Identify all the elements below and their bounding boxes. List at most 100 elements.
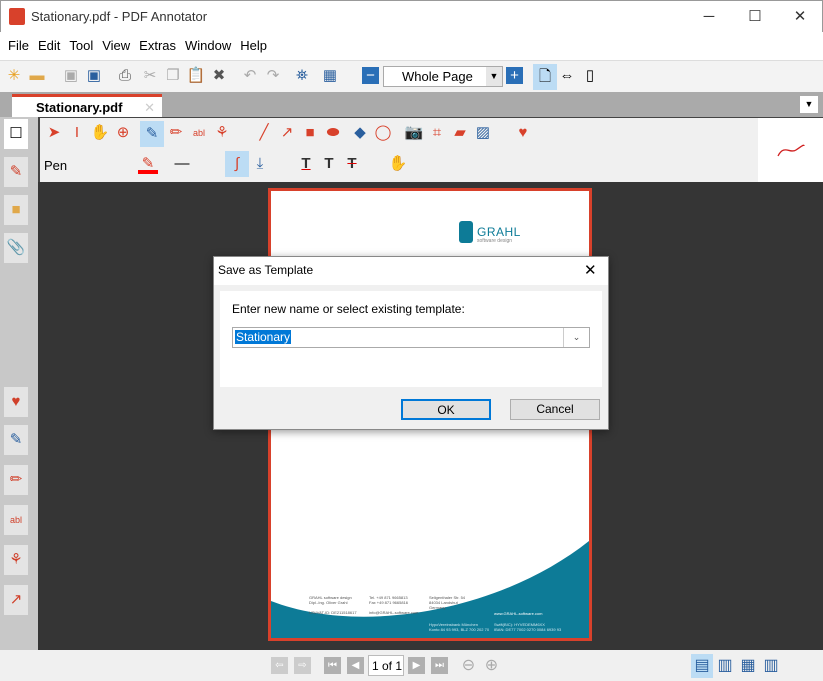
stamp-tab-icon[interactable]: ⚘ <box>4 545 28 575</box>
menu-extras[interactable]: Extras <box>135 32 180 53</box>
pages-tab-icon[interactable]: ☐ <box>4 119 28 149</box>
zoom-out-icon[interactable]: − <box>362 67 379 84</box>
favorites-icon[interactable]: ♥ <box>513 123 533 143</box>
line-icon[interactable]: ╱ <box>254 123 274 143</box>
open-folder-icon[interactable]: ▬ <box>27 66 47 86</box>
tab-stationary[interactable]: Stationary.pdf ✕ <box>12 94 162 117</box>
zoom-select[interactable]: Whole Page ▼ <box>383 66 503 87</box>
maximize-button[interactable]: ☐ <box>732 1 778 32</box>
pen-tool-icon[interactable]: ✎ <box>140 121 164 147</box>
single-page-icon[interactable]: 🗋 <box>533 64 557 90</box>
menu-edit[interactable]: Edit <box>34 32 64 53</box>
dialog-prompt: Enter new name or select existing templa… <box>232 302 465 316</box>
back-document-icon[interactable]: ⇦ <box>271 657 288 674</box>
paste-icon[interactable]: 📋 <box>186 66 206 86</box>
forward-document-icon[interactable]: ⇨ <box>294 657 311 674</box>
close-button[interactable]: ✕ <box>777 1 823 32</box>
current-tool-label: Pen <box>44 158 68 173</box>
dialog-close-icon[interactable]: ✕ <box>584 261 597 279</box>
menu-view[interactable]: View <box>98 32 134 53</box>
save-template-dialog: Save as Template ✕ Enter new name or sel… <box>213 256 609 430</box>
two-page-view-icon[interactable]: ▦ <box>737 654 759 678</box>
save-as-icon[interactable]: ▣ <box>84 66 104 86</box>
save-icon[interactable]: ▣ <box>61 66 81 86</box>
chevron-down-icon[interactable]: ⌄ <box>563 328 589 347</box>
tab-list-chevron-icon[interactable]: ▼ <box>800 96 818 113</box>
page-indicator-input[interactable]: 1 of 1 <box>368 655 404 676</box>
zoom-tool-icon[interactable]: ⊕ <box>113 123 133 143</box>
crop-icon[interactable]: ⌗ <box>427 123 447 143</box>
rectangle-icon[interactable]: ■ <box>300 123 320 143</box>
redo-icon[interactable]: ↷ <box>263 66 283 86</box>
copy-icon[interactable]: ❐ <box>163 66 183 86</box>
history-back-icon[interactable]: ⊖ <box>460 657 477 674</box>
cancel-button[interactable]: Cancel <box>510 399 600 420</box>
two-page-continuous-icon[interactable]: ▥ <box>760 654 782 678</box>
history-forward-icon[interactable]: ⊕ <box>483 657 500 674</box>
strikeout-icon[interactable]: T <box>342 154 362 174</box>
menu-file[interactable]: File <box>4 32 33 53</box>
text-tab-icon[interactable]: abl <box>4 505 28 535</box>
menu-help[interactable]: Help <box>236 32 271 53</box>
text-select-icon[interactable]: I <box>67 123 87 143</box>
app-icon <box>9 8 25 25</box>
zoom-in-icon[interactable]: + <box>506 67 523 84</box>
grid-icon[interactable]: ▦ <box>320 66 340 86</box>
find-icon[interactable]: ⛯ <box>292 66 312 86</box>
arrow-tab-icon[interactable]: ↗ <box>4 585 28 615</box>
bookmarks-tab-icon[interactable]: ✎ <box>4 157 28 187</box>
tab-close-icon[interactable]: ✕ <box>144 100 155 115</box>
lasso-icon[interactable]: ◯ <box>373 123 393 143</box>
hand-icon[interactable]: ✋ <box>90 123 110 143</box>
delete-icon[interactable]: ✖ <box>209 66 229 86</box>
touch-hand-icon[interactable]: ✋ <box>388 154 408 174</box>
arrow-icon[interactable]: ↗ <box>277 123 297 143</box>
menu-tool[interactable]: Tool <box>65 32 97 53</box>
grahl-logo-icon <box>459 221 473 243</box>
new-icon[interactable]: ✳ <box>4 66 24 86</box>
pen-color-icon[interactable]: ✎ <box>138 154 158 174</box>
smooth-pen-icon[interactable]: ∫ <box>225 151 249 177</box>
eraser-icon[interactable]: ◆ <box>350 123 370 143</box>
stamp-icon[interactable]: ⚘ <box>212 123 232 143</box>
pen-tab-icon[interactable]: ✎ <box>4 425 28 455</box>
highlighter-tab-icon[interactable]: ✏ <box>4 465 28 495</box>
next-page-icon[interactable]: ▶ <box>408 657 425 674</box>
last-page-icon[interactable]: ⏭ <box>431 657 448 674</box>
single-page-view-icon[interactable]: ▤ <box>691 654 713 678</box>
ellipse-icon[interactable]: ⬬ <box>323 123 343 143</box>
notes-tab-icon[interactable]: ■ <box>4 195 28 225</box>
highlighter-icon[interactable]: ✏ <box>166 123 186 143</box>
first-page-icon[interactable]: ⏮ <box>324 657 341 674</box>
pen-below-text-icon[interactable]: ⤓ <box>250 154 270 174</box>
cut-icon[interactable]: ✂ <box>140 66 160 86</box>
tab-bar: Stationary.pdf ✕ ▼ <box>0 92 823 117</box>
insert-image-icon[interactable]: ▨ <box>473 123 493 143</box>
camera-icon[interactable]: 📷 <box>404 123 424 143</box>
undo-icon[interactable]: ↶ <box>240 66 260 86</box>
attachments-tab-icon[interactable]: 📎 <box>4 233 28 263</box>
left-sidebar: ☐ ✎ ■ 📎 ♥ ✎ ✏ abl ⚘ ↗ <box>0 117 38 650</box>
underline-icon[interactable]: T <box>296 154 316 174</box>
pen-preview <box>758 117 823 182</box>
favorites-heart-icon[interactable]: ♥ <box>4 387 28 417</box>
window-title: Stationary.pdf - PDF Annotator <box>31 9 208 24</box>
fit-width-icon[interactable]: ⇔ <box>557 66 577 86</box>
chevron-down-icon[interactable]: ▼ <box>486 67 502 86</box>
prev-page-icon[interactable]: ◀ <box>347 657 364 674</box>
zoom-value: Whole Page <box>402 69 473 84</box>
print-icon[interactable]: ⎙ <box>115 66 135 86</box>
line-width-icon[interactable]: — <box>172 154 192 174</box>
squiggly-icon[interactable]: T <box>319 154 339 174</box>
template-name-combobox[interactable]: Stationary ⌄ <box>232 327 590 348</box>
minimize-button[interactable]: ─ <box>686 1 732 32</box>
select-arrow-icon[interactable]: ➤ <box>44 123 64 143</box>
menu-window[interactable]: Window <box>181 32 235 53</box>
fullscreen-icon[interactable]: ▯ <box>580 66 600 86</box>
text-box-icon[interactable]: abl <box>189 123 209 143</box>
ok-button[interactable]: OK <box>401 399 491 420</box>
ruler-icon[interactable]: ▰ <box>450 123 470 143</box>
footer-web: www.GRAHL-software.com <box>494 611 543 616</box>
footer-col1: GRAHL software design Dipl.-Ing. Oliver G… <box>309 595 357 615</box>
continuous-view-icon[interactable]: ▥ <box>714 654 736 678</box>
